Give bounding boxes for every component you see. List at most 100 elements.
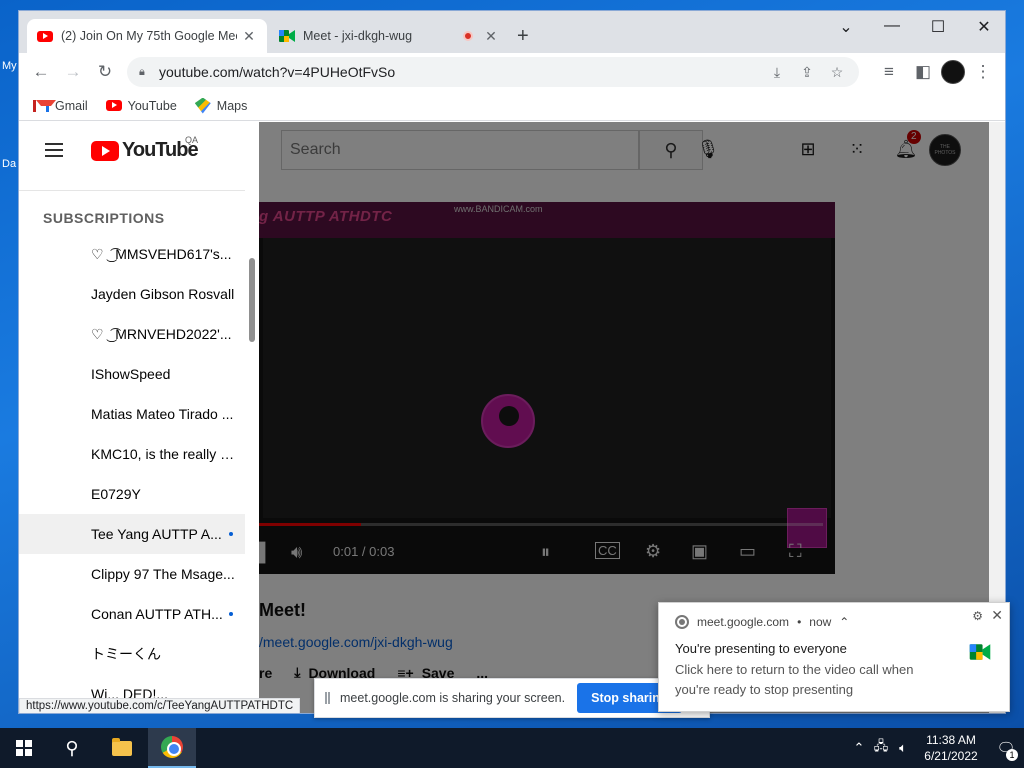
toast-body: Click here to return to the video call w… — [675, 662, 914, 697]
subscription-label: Jayden Gibson Rosvall — [91, 286, 235, 302]
tab-title: (2) Join On My 75th Google Mee — [61, 29, 237, 43]
desktop-icon-label[interactable]: Da — [2, 158, 16, 170]
new-tab-button[interactable]: + — [517, 25, 529, 48]
clock-time: 11:38 AM — [926, 733, 976, 747]
desktop-icon-label[interactable]: My — [2, 60, 17, 72]
tab-search-button[interactable]: ⌄ — [823, 17, 869, 37]
close-window-button[interactable]: ✕ — [961, 17, 1005, 37]
network-icon[interactable]: 🖧︎ — [870, 737, 892, 759]
country-badge: QA — [185, 135, 199, 145]
chrome-icon — [675, 615, 689, 629]
settings-gear-icon[interactable]: ⚙ — [972, 609, 983, 623]
tab-meet[interactable]: Meet - jxi-dkgh-wug ✕ — [269, 19, 509, 53]
share-icon[interactable]: ⇪ — [793, 60, 821, 84]
sidebar-item-subscription[interactable]: Matias Mateo Tirado ... — [19, 394, 245, 434]
google-meet-icon — [969, 644, 991, 660]
address-bar[interactable]: 🔒︎ youtube.com/watch?v=4PUHeOtFvSo ⤓ ⇪ ☆ — [127, 57, 859, 87]
subscriptions-list: ♡ ͜ ͡ MMSVEHD617's... Jayden Gibson Rosva… — [19, 234, 245, 713]
subscription-label: トミーくん — [91, 646, 161, 662]
bookmark-star-icon[interactable]: ☆ — [823, 60, 851, 84]
toast-source: meet.google.com — [697, 615, 790, 629]
sidebar-item-subscription[interactable]: Conan AUTTP ATH... — [19, 594, 245, 634]
tab-youtube[interactable]: (2) Join On My 75th Google Mee ✕ — [27, 19, 267, 53]
close-icon[interactable]: ✕ — [991, 607, 1003, 624]
media-controls-icon[interactable]: ≡ — [873, 56, 905, 88]
clock-date: 6/21/2022 — [924, 749, 978, 763]
toast-separator: • — [797, 615, 802, 629]
youtube-play-icon — [91, 140, 119, 161]
subscription-label: E0729Y — [91, 486, 141, 502]
browser-toolbar: ← → ↻ 🔒︎ youtube.com/watch?v=4PUHeOtFvSo… — [19, 53, 1005, 91]
meet-notification-toast[interactable]: meet.google.com • now ⌃ ⚙ ✕ You're prese… — [658, 602, 1010, 712]
kebab-menu-icon[interactable]: ⋮ — [967, 56, 999, 88]
sidebar-item-subscription[interactable]: Jayden Gibson Rosvall — [19, 274, 245, 314]
toast-time: now — [809, 615, 832, 629]
subscription-label: Tee Yang AUTTP A... — [91, 526, 222, 542]
start-button[interactable] — [0, 728, 48, 768]
subscriptions-heading: SUBSCRIPTIONS — [43, 210, 165, 226]
bookmark-label: Maps — [216, 98, 248, 113]
toast-header: meet.google.com • now ⌃ — [675, 615, 849, 629]
search-button[interactable]: ⚲ — [48, 728, 96, 768]
bookmark-maps[interactable]: Maps — [194, 97, 248, 114]
sidebar-item-subscription[interactable]: ♡ ͜ ͡ MRNVEHD2022'... — [19, 314, 245, 354]
bookmarks-bar: Gmail YouTube Maps — [19, 91, 1005, 121]
maximize-button[interactable]: ☐ — [915, 17, 961, 37]
youtube-logo[interactable]: YouTube QA — [91, 135, 199, 162]
clock[interactable]: 11:38 AM 6/21/2022 — [914, 732, 988, 764]
chrome-icon — [161, 736, 183, 758]
sidebar-item-subscription[interactable]: Clippy 97 The Msage... — [19, 554, 245, 594]
tab-strip: (2) Join On My 75th Google Mee ✕ Meet - … — [19, 11, 1005, 53]
file-explorer-button[interactable] — [98, 728, 146, 768]
tab-title: Meet - jxi-dkgh-wug — [303, 29, 413, 43]
drag-handle-icon[interactable] — [325, 692, 330, 704]
side-panel-icon[interactable]: ◧ — [907, 56, 939, 88]
reload-icon[interactable]: ↻ — [89, 56, 121, 88]
sidebar-item-subscription[interactable]: トミーくん — [19, 634, 245, 674]
bookmark-youtube[interactable]: YouTube — [105, 98, 177, 113]
profile-avatar[interactable] — [941, 60, 965, 84]
folder-icon — [112, 737, 132, 756]
subscription-label: IShowSpeed — [91, 366, 171, 382]
url-text[interactable]: youtube.com/watch?v=4PUHeOtFvSo — [159, 64, 395, 80]
drawer-header: YouTube QA — [19, 122, 259, 178]
drawer-scrollbar[interactable] — [249, 258, 255, 342]
minimize-button[interactable]: — — [869, 17, 915, 35]
lock-icon[interactable]: 🔒︎ — [139, 66, 153, 79]
sidebar-item-subscription[interactable]: KMC10, is the really b... — [19, 434, 245, 474]
sidebar-item-subscription[interactable]: IShowSpeed — [19, 354, 245, 394]
new-content-dot — [229, 612, 233, 616]
back-icon[interactable]: ← — [25, 56, 57, 88]
forward-icon[interactable]: → — [57, 56, 89, 88]
windows-logo-icon — [16, 740, 32, 756]
subscription-label: Clippy 97 The Msage... — [91, 566, 235, 582]
youtube-guide-drawer: YouTube QA SUBSCRIPTIONS ♡ ͜ ͡ MMSVEHD61… — [19, 122, 259, 713]
hamburger-menu-icon[interactable] — [45, 143, 63, 157]
chrome-taskbar-button[interactable] — [148, 728, 196, 768]
chevron-up-icon[interactable]: ⌃ — [839, 615, 849, 629]
windows-taskbar: ⚲ ⌃ 🖧︎ 🔈︎ 11:38 AM 6/21/2022 🗨︎ 1 — [0, 728, 1024, 768]
close-tab-icon[interactable]: ✕ — [483, 28, 499, 45]
volume-icon[interactable]: 🔈︎ — [892, 740, 914, 756]
bookmark-label: YouTube — [127, 98, 177, 113]
maps-icon — [194, 97, 211, 114]
action-center-button[interactable]: 🗨︎ 1 — [988, 728, 1024, 768]
divider — [19, 190, 245, 191]
chevron-up-icon[interactable]: ⌃ — [848, 740, 870, 756]
system-tray: ⌃ 🖧︎ 🔈︎ 11:38 AM 6/21/2022 🗨︎ 1 — [848, 728, 1024, 768]
recording-indicator-icon — [463, 31, 473, 41]
sidebar-item-subscription[interactable]: E0729Y — [19, 474, 245, 514]
subscription-label: Matias Mateo Tirado ... — [91, 406, 234, 422]
subscription-label: ♡ ͜ ͡ MRNVEHD2022'... — [91, 325, 232, 342]
install-app-icon[interactable]: ⤓ — [763, 60, 791, 84]
sharing-message: meet.google.com is sharing your screen. — [340, 691, 566, 705]
close-tab-icon[interactable]: ✕ — [241, 28, 257, 45]
bookmark-gmail[interactable]: Gmail — [33, 99, 88, 113]
screen-sharing-bar: meet.google.com is sharing your screen. … — [314, 678, 710, 718]
bookmark-label: Gmail — [55, 98, 88, 113]
sidebar-item-subscription[interactable]: Tee Yang AUTTP A... — [19, 514, 245, 554]
link-status-bubble: https://www.youtube.com/c/TeeYangAUTTPAT… — [19, 698, 301, 713]
toast-title: You're presenting to everyone — [675, 641, 847, 656]
new-content-dot — [229, 532, 233, 536]
sidebar-item-subscription[interactable]: ♡ ͜ ͡ MMSVEHD617's... — [19, 234, 245, 274]
